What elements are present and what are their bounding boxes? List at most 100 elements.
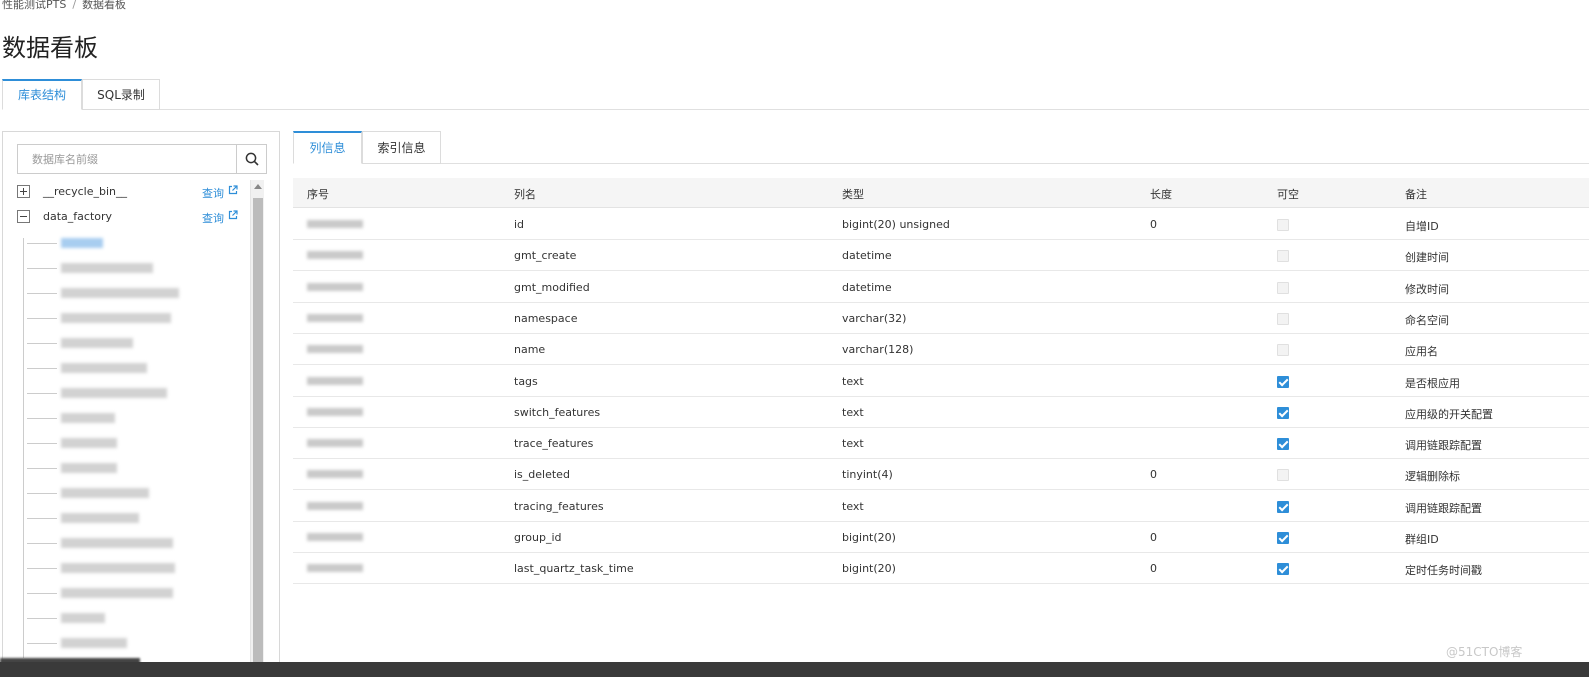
external-link-icon[interactable]: [228, 185, 238, 195]
database-tree-panel: __recycle_bin__ 查询 data_factory 查询: [2, 131, 280, 677]
header-length: 长度: [1150, 188, 1172, 201]
tab-schema[interactable]: 库表结构: [2, 79, 82, 110]
minus-square-icon[interactable]: [17, 210, 30, 223]
header-seq: 序号: [307, 188, 329, 201]
table-node[interactable]: [27, 258, 227, 278]
nullable-checkbox: [1277, 375, 1289, 388]
table-row: gmt_modified datetime 修改时间: [293, 272, 1589, 303]
cell-type: tinyint(4): [842, 468, 893, 482]
table-node[interactable]: [27, 383, 227, 403]
database-search: [17, 144, 267, 174]
cell-seq: [307, 564, 363, 573]
table-node[interactable]: [27, 633, 227, 653]
cell-type: text: [842, 499, 864, 513]
search-button[interactable]: [236, 145, 266, 173]
table-node[interactable]: [27, 608, 227, 628]
table-node[interactable]: [27, 233, 227, 253]
breadcrumb-current: 数据看板: [82, 0, 127, 11]
cell-seq: [307, 439, 363, 448]
table-node[interactable]: [27, 508, 227, 528]
tree-node-data-factory[interactable]: data_factory 查询: [17, 207, 242, 227]
tree-node-label[interactable]: data_factory: [43, 210, 112, 223]
query-link[interactable]: 查询: [202, 185, 224, 201]
tree-scrollbar[interactable]: [250, 180, 264, 677]
cell-column-name: group_id: [514, 531, 562, 544]
header-comment: 备注: [1405, 188, 1427, 201]
cell-column-name: is_deleted: [514, 468, 570, 482]
table-node[interactable]: [27, 408, 227, 428]
cell-type: varchar(128): [842, 343, 914, 357]
breadcrumb-root[interactable]: 性能测试PTS: [2, 0, 66, 11]
table-node[interactable]: [27, 533, 227, 553]
table-node[interactable]: [27, 483, 227, 503]
cell-type: bigint(20): [842, 531, 896, 544]
cell-seq: [307, 501, 363, 510]
table-node[interactable]: [27, 283, 227, 303]
table-row: namespace varchar(32) 命名空间: [293, 303, 1589, 334]
breadcrumb-separator: /: [72, 0, 77, 11]
table-node[interactable]: [27, 358, 227, 378]
cell-comment: 命名空间: [1405, 313, 1449, 327]
cell-type: text: [842, 405, 864, 419]
cell-seq: [307, 313, 363, 322]
scrollbar-thumb[interactable]: [253, 198, 263, 677]
cell-comment: 定时任务时间戳: [1405, 564, 1482, 578]
nullable-checkbox: [1277, 563, 1289, 576]
cell-type: bigint(20) unsigned: [842, 218, 950, 231]
tree-guide-line: [23, 238, 24, 658]
cell-seq: [307, 376, 363, 385]
table-node[interactable]: [27, 458, 227, 478]
tree-node-recycle-bin[interactable]: __recycle_bin__ 查询: [17, 182, 242, 202]
tab-columns[interactable]: 列信息: [293, 131, 362, 164]
scroll-up-icon[interactable]: [254, 184, 262, 189]
cell-column-name: tags: [514, 374, 538, 388]
cell-comment: 创建时间: [1405, 251, 1449, 265]
nullable-checkbox: [1277, 438, 1289, 451]
table-row: last_quartz_task_time bigint(20) 0 定时任务时间戳: [293, 553, 1589, 585]
nullable-checkbox: [1277, 250, 1289, 263]
nullable-checkbox: [1277, 312, 1289, 325]
plus-square-icon[interactable]: [17, 185, 30, 198]
cell-comment: 逻辑删除标: [1405, 470, 1460, 484]
table-node[interactable]: [27, 308, 227, 328]
top-tabs: 库表结构 SQL录制: [2, 79, 1589, 110]
table-row: id bigint(20) unsigned 0 自增ID: [293, 209, 1589, 240]
nullable-checkbox: [1277, 406, 1289, 419]
cell-type: bigint(20): [842, 562, 896, 576]
cell-type: varchar(32): [842, 311, 907, 325]
breadcrumb: 性能测试PTS / 数据看板: [2, 0, 126, 12]
cell-column-name: last_quartz_task_time: [514, 562, 634, 576]
cell-comment: 是否根应用: [1405, 376, 1460, 390]
table-node[interactable]: [27, 558, 227, 578]
table-node[interactable]: [27, 583, 227, 603]
watermark: @51CTO博客: [1446, 645, 1523, 659]
header-column-name: 列名: [514, 188, 536, 201]
cell-comment: 自增ID: [1405, 220, 1439, 233]
table-row: gmt_create datetime 创建时间: [293, 240, 1589, 272]
table-node[interactable]: [27, 333, 227, 353]
cell-seq: [307, 470, 363, 479]
table-row: is_deleted tinyint(4) 0 逻辑删除标: [293, 459, 1589, 491]
cell-column-name: id: [514, 218, 525, 231]
cell-type: datetime: [842, 280, 892, 294]
cell-comment: 应用级的开关配置: [1405, 407, 1493, 421]
nullable-checkbox: [1277, 500, 1289, 513]
cell-comment: 修改时间: [1405, 282, 1449, 296]
cell-seq: [307, 533, 363, 541]
cell-column-name: namespace: [514, 311, 578, 325]
cell-length: 0: [1150, 531, 1157, 544]
external-link-icon[interactable]: [228, 210, 238, 220]
tree-node-label[interactable]: __recycle_bin__: [43, 185, 127, 198]
database-search-input[interactable]: [18, 145, 236, 173]
cell-seq: [307, 345, 363, 354]
query-link[interactable]: 查询: [202, 210, 224, 226]
tab-sql-record[interactable]: SQL录制: [82, 79, 160, 110]
cell-column-name: name: [514, 343, 546, 357]
cell-comment: 调用链跟踪配置: [1405, 501, 1482, 515]
nullable-checkbox: [1277, 344, 1289, 357]
cell-type: text: [842, 437, 864, 451]
cell-seq: [307, 407, 363, 416]
table-node[interactable]: [27, 433, 227, 453]
nullable-checkbox: [1277, 219, 1289, 231]
tab-indexes[interactable]: 索引信息: [362, 131, 441, 164]
